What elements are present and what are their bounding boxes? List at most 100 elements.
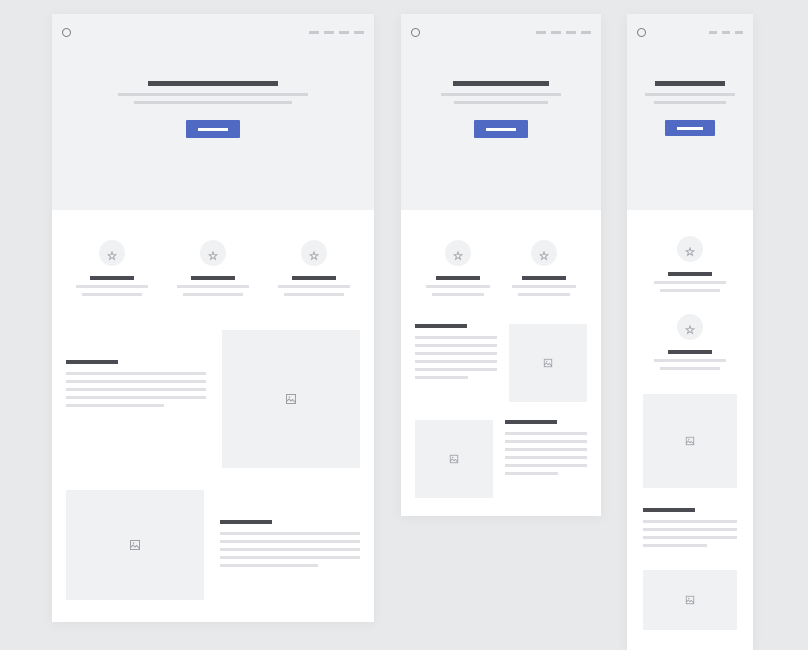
text-line	[66, 396, 206, 399]
text-line	[415, 352, 497, 355]
desktop-wireframe	[52, 14, 374, 622]
text-line	[415, 376, 468, 379]
feature-icon-circle	[677, 314, 703, 340]
image-placeholder	[509, 324, 587, 402]
image-placeholder	[643, 570, 737, 630]
feature-text	[654, 359, 726, 362]
topbar	[627, 24, 753, 37]
feature-text	[278, 285, 350, 288]
nav-link[interactable]	[354, 31, 364, 34]
cta-label	[486, 128, 516, 131]
feature-text	[512, 285, 576, 288]
star-icon	[685, 322, 695, 332]
hero-title	[453, 81, 549, 86]
nav-link[interactable]	[566, 31, 576, 34]
feature-card	[177, 240, 249, 296]
hero-title	[655, 81, 725, 86]
text-block	[66, 330, 206, 468]
feature-text	[432, 293, 484, 296]
feature-card	[654, 236, 726, 292]
mobile-wireframe	[627, 14, 753, 650]
text-line	[505, 440, 587, 443]
content-section	[52, 296, 374, 600]
hero-subtitle	[441, 93, 561, 96]
feature-text	[660, 367, 720, 370]
star-icon	[107, 248, 117, 258]
topbar	[52, 24, 374, 37]
nav-link[interactable]	[581, 31, 591, 34]
cta-button[interactable]	[186, 120, 240, 138]
nav-link[interactable]	[735, 31, 743, 34]
feature-text	[183, 293, 243, 296]
nav-link[interactable]	[339, 31, 349, 34]
cta-button[interactable]	[665, 120, 715, 136]
text-line	[643, 544, 707, 547]
image-placeholder	[66, 490, 204, 600]
star-icon	[309, 248, 319, 258]
hero-section	[627, 14, 753, 210]
topbar	[401, 24, 601, 37]
text-line	[66, 404, 164, 407]
hero-content	[118, 81, 308, 138]
feature-icon-circle	[301, 240, 327, 266]
feature-card	[654, 314, 726, 370]
block-title	[415, 324, 467, 328]
nav-link[interactable]	[324, 31, 334, 34]
content-row	[66, 330, 360, 468]
text-line	[505, 456, 587, 459]
feature-icon-circle	[531, 240, 557, 266]
text-line	[220, 548, 360, 551]
hero-subtitle	[654, 101, 726, 104]
feature-title	[436, 276, 480, 280]
feature-title	[292, 276, 336, 280]
cta-button[interactable]	[474, 120, 528, 138]
text-line	[505, 448, 587, 451]
content-section	[627, 370, 753, 650]
hero-section	[52, 14, 374, 210]
hero-section	[401, 14, 601, 210]
content-row	[415, 324, 587, 402]
nav-link[interactable]	[551, 31, 561, 34]
star-icon	[453, 248, 463, 258]
feature-card	[426, 240, 490, 296]
image-icon	[129, 539, 141, 551]
logo-icon[interactable]	[62, 28, 71, 37]
logo-icon[interactable]	[411, 28, 420, 37]
feature-text	[654, 281, 726, 284]
nav-link[interactable]	[709, 31, 717, 34]
nav-link[interactable]	[536, 31, 546, 34]
feature-text	[284, 293, 344, 296]
feature-icon-circle	[99, 240, 125, 266]
nav-links	[709, 31, 743, 34]
tablet-wireframe	[401, 14, 601, 516]
text-line	[66, 372, 206, 375]
hero-subtitle	[645, 93, 735, 96]
feature-icon-circle	[445, 240, 471, 266]
features-row	[401, 210, 601, 296]
block-title	[220, 520, 272, 524]
feature-title	[668, 272, 712, 276]
nav-link[interactable]	[722, 31, 730, 34]
image-icon	[285, 393, 297, 405]
hero-content	[441, 81, 561, 138]
nav-link[interactable]	[309, 31, 319, 34]
text-line	[505, 464, 587, 467]
feature-text	[76, 285, 148, 288]
text-line	[415, 360, 497, 363]
block-title	[66, 360, 118, 364]
text-line	[415, 368, 497, 371]
feature-title	[90, 276, 134, 280]
image-icon	[449, 454, 459, 464]
star-icon	[208, 248, 218, 258]
feature-text	[518, 293, 570, 296]
star-icon	[685, 244, 695, 254]
feature-title	[522, 276, 566, 280]
feature-text	[82, 293, 142, 296]
features-row	[52, 210, 374, 296]
logo-icon[interactable]	[637, 28, 646, 37]
content-row	[415, 420, 587, 498]
feature-card	[512, 240, 576, 296]
text-block	[220, 490, 360, 600]
nav-links	[309, 31, 364, 34]
features-column	[627, 210, 753, 370]
